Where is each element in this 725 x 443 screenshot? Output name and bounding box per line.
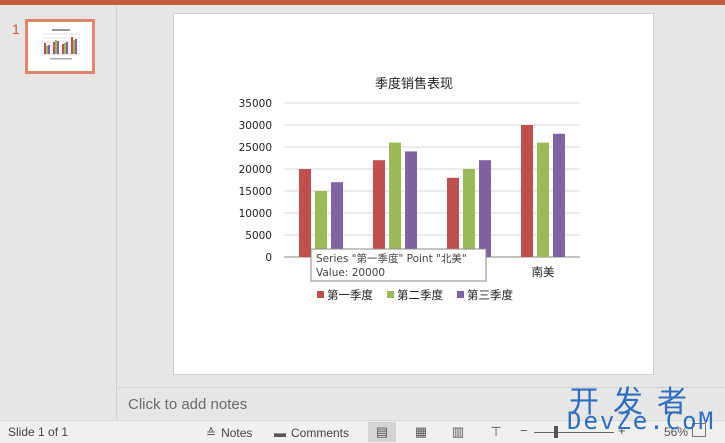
legend-swatch xyxy=(317,291,324,298)
bar xyxy=(315,191,327,257)
bar xyxy=(373,160,385,257)
x-tick-label: 南美 xyxy=(532,265,555,279)
bar xyxy=(537,142,549,257)
watermark-en: DevZe.CoM xyxy=(567,407,716,435)
tooltip-series-text: Series "第一季度" Point "北美" xyxy=(316,252,467,265)
y-tick-label: 10000 xyxy=(239,208,272,220)
y-tick-label: 25000 xyxy=(239,142,272,154)
slide-sorter-button[interactable]: ▦ xyxy=(407,422,435,442)
y-tick-label: 30000 xyxy=(239,120,272,132)
normal-view-icon: ▤ xyxy=(375,424,389,439)
legend-label: 第三季度 xyxy=(467,288,513,302)
bar xyxy=(463,169,475,257)
bar xyxy=(389,142,401,257)
y-tick-label: 5000 xyxy=(245,230,272,242)
normal-view-button[interactable]: ▤ xyxy=(368,422,396,442)
legend-swatch xyxy=(387,291,394,298)
zoom-out-icon[interactable]: − xyxy=(520,423,528,438)
column-chart[interactable]: 季度销售表现 0 5000 10000 15000 20000 25000 30000 3500… xyxy=(174,14,655,376)
bar xyxy=(553,133,565,257)
reading-view-icon: ▥ xyxy=(451,424,465,439)
notes-placeholder: Click to add notes xyxy=(128,396,248,413)
slide-number: 1 xyxy=(12,21,20,37)
bar xyxy=(331,182,343,257)
legend-label: 第一季度 xyxy=(327,288,373,302)
slideshow-icon: ⊤ xyxy=(490,424,502,439)
bar xyxy=(521,125,533,257)
bar xyxy=(299,169,311,257)
slide-thumbnail[interactable] xyxy=(25,19,95,74)
y-tick-label: 35000 xyxy=(239,98,272,110)
y-tick-label: 0 xyxy=(265,252,272,264)
zoom-handle[interactable] xyxy=(554,426,558,438)
notes-button[interactable]: ≙ Notes xyxy=(206,423,252,442)
comments-button[interactable]: ▬ Comments xyxy=(274,423,349,442)
legend-swatch xyxy=(457,291,464,298)
legend-label: 第二季度 xyxy=(397,288,443,302)
watermark-logo: 开发者 DevZe.CoM xyxy=(565,377,725,443)
notes-icon: ≙ xyxy=(206,425,217,440)
tooltip-value-text: Value: 20000 xyxy=(316,267,385,279)
slideshow-button[interactable]: ⊤ xyxy=(482,422,510,442)
thumbnail-chart-icon xyxy=(42,29,80,60)
slide-thumbnail-pane[interactable]: 1 xyxy=(0,5,117,420)
slide-sorter-icon: ▦ xyxy=(414,424,428,439)
comment-icon: ▬ xyxy=(274,425,286,440)
bar xyxy=(479,160,491,257)
bar xyxy=(447,177,459,257)
slide-canvas[interactable]: 季度销售表现 0 5000 10000 15000 20000 25000 30000 3500… xyxy=(173,13,654,375)
chart-title: 季度销售表现 xyxy=(375,76,453,92)
notes-button-label: Notes xyxy=(221,425,253,440)
comments-button-label: Comments xyxy=(291,425,350,440)
slide-count: Slide 1 of 1 xyxy=(8,425,69,439)
y-tick-label: 20000 xyxy=(239,164,272,176)
bar xyxy=(405,151,417,257)
reading-view-button[interactable]: ▥ xyxy=(444,422,472,442)
y-tick-label: 15000 xyxy=(239,186,272,198)
